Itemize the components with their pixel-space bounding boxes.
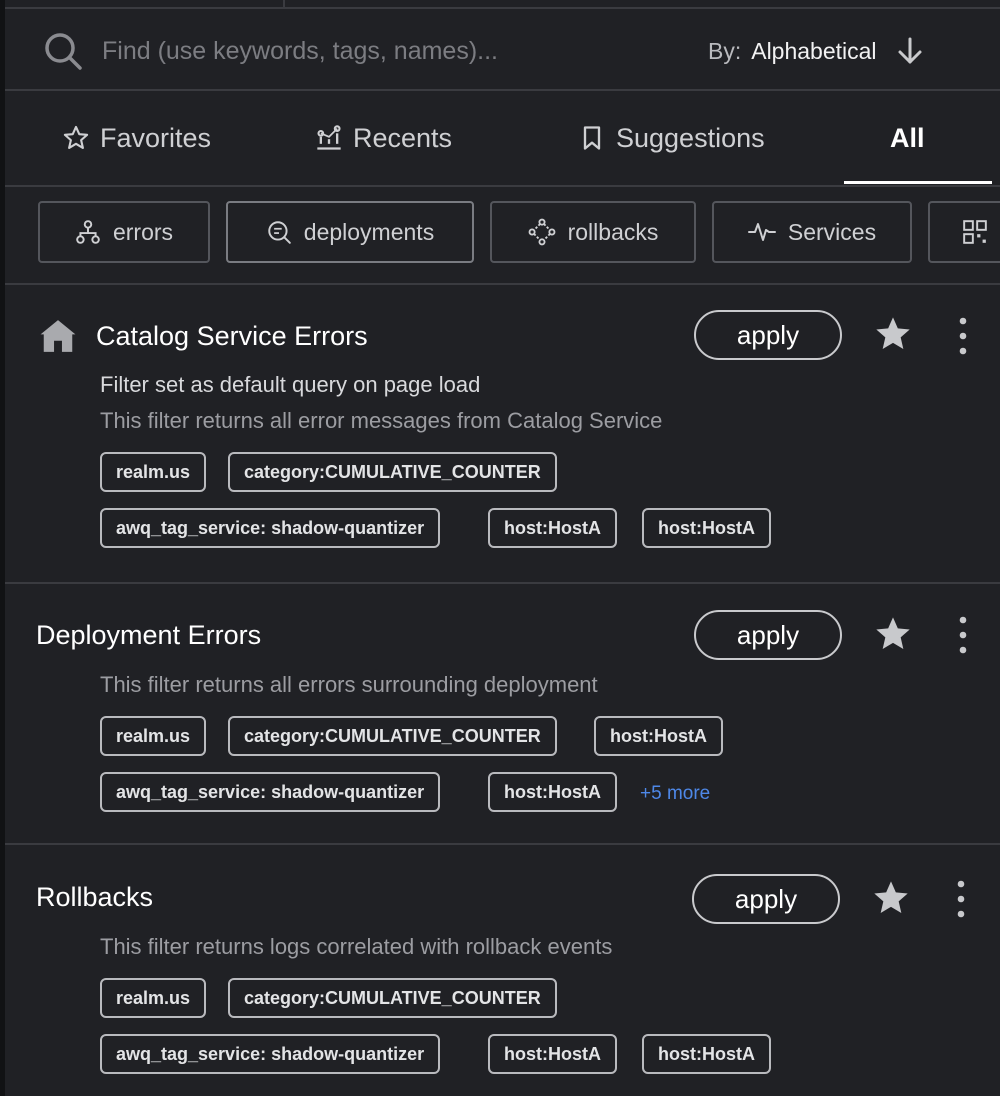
tag[interactable]: awq_tag_service: shadow-quantizer bbox=[100, 1034, 441, 1074]
tag[interactable]: host:HostA bbox=[642, 1034, 771, 1074]
tab-bar: Favorites Recents Suggestions All bbox=[5, 91, 1000, 187]
tag[interactable]: host:HostA bbox=[594, 716, 723, 756]
quick-filter-chips: errors deployments rollbacks Services bbox=[5, 187, 1000, 285]
top-strip-separator bbox=[283, 0, 285, 7]
filter-card: Rollbacks apply This filter returns logs… bbox=[5, 845, 1000, 1096]
chip-errors-label: errors bbox=[112, 218, 174, 245]
hierarchy-icon bbox=[76, 220, 100, 244]
recents-icon bbox=[317, 125, 341, 150]
tag[interactable]: realm.us bbox=[100, 716, 207, 756]
favorite-star-icon[interactable] bbox=[873, 614, 913, 654]
search-bar: By: Alphabetical bbox=[5, 9, 1000, 91]
tag[interactable]: host:HostA bbox=[488, 508, 617, 548]
bookmark-icon bbox=[583, 126, 601, 150]
tag[interactable]: awq_tag_service: shadow-quantizer bbox=[100, 508, 441, 548]
more-options-icon[interactable] bbox=[953, 316, 973, 356]
tag[interactable]: realm.us bbox=[100, 452, 207, 492]
tag[interactable]: realm.us bbox=[100, 978, 207, 1018]
filter-card: Deployment Errors apply This filter retu… bbox=[5, 584, 1000, 845]
apply-button[interactable]: apply bbox=[692, 874, 840, 924]
chip-deployments[interactable]: deployments bbox=[226, 201, 474, 263]
tab-favorites[interactable]: Favorites bbox=[62, 91, 211, 185]
top-strip bbox=[5, 0, 1000, 9]
more-options-icon[interactable] bbox=[953, 615, 973, 655]
sort-prefix: By: bbox=[708, 37, 742, 64]
tag[interactable]: category:CUMULATIVE_COUNTER bbox=[228, 716, 557, 756]
filter-card: Catalog Service Errors apply Filter set … bbox=[5, 285, 1000, 584]
tag[interactable]: host:HostA bbox=[642, 508, 771, 548]
nodes-icon bbox=[528, 218, 556, 246]
tab-all[interactable]: All bbox=[890, 91, 925, 185]
chip-services-label: Services bbox=[787, 218, 877, 245]
more-tags-link[interactable]: +5 more bbox=[640, 783, 710, 805]
search-icon bbox=[45, 33, 82, 70]
search-list-icon bbox=[268, 221, 291, 244]
search-input[interactable] bbox=[100, 29, 624, 73]
home-icon bbox=[40, 320, 76, 352]
chip-deployments-label: deployments bbox=[303, 218, 435, 245]
tag[interactable]: awq_tag_service: shadow-quantizer bbox=[100, 772, 441, 812]
chip-errors[interactable]: errors bbox=[38, 201, 210, 263]
sort-selector[interactable]: By: Alphabetical bbox=[708, 33, 923, 69]
filter-description: This filter returns all error messages f… bbox=[100, 408, 663, 433]
tab-suggestions[interactable]: Suggestions bbox=[578, 91, 765, 185]
arrow-down-icon[interactable] bbox=[897, 36, 923, 66]
sort-value: Alphabetical bbox=[751, 37, 877, 64]
filter-title[interactable]: Catalog Service Errors bbox=[96, 321, 368, 352]
tab-recents[interactable]: Recents bbox=[315, 91, 452, 185]
pulse-icon bbox=[747, 223, 776, 241]
filter-title[interactable]: Rollbacks bbox=[36, 882, 153, 913]
star-outline-icon bbox=[63, 125, 89, 149]
apply-button[interactable]: apply bbox=[694, 610, 842, 660]
tab-favorites-label: Favorites bbox=[100, 122, 212, 153]
favorite-star-icon[interactable] bbox=[873, 314, 913, 354]
tab-all-label: All bbox=[890, 122, 925, 153]
chip-more-categories[interactable] bbox=[928, 201, 1000, 263]
tab-recents-label: Recents bbox=[353, 122, 453, 153]
filter-description: This filter returns logs correlated with… bbox=[100, 934, 613, 959]
tag[interactable]: host:HostA bbox=[488, 1034, 617, 1074]
filter-description: This filter returns all errors surroundi… bbox=[100, 672, 598, 697]
filter-title[interactable]: Deployment Errors bbox=[36, 620, 261, 651]
chip-rollbacks[interactable]: rollbacks bbox=[490, 201, 696, 263]
chip-services[interactable]: Services bbox=[712, 201, 912, 263]
default-query-note: Filter set as default query on page load bbox=[100, 372, 481, 397]
tab-suggestions-label: Suggestions bbox=[616, 122, 765, 153]
apply-button[interactable]: apply bbox=[694, 310, 842, 360]
chip-rollbacks-label: rollbacks bbox=[567, 218, 659, 245]
active-tab-indicator bbox=[844, 181, 992, 184]
tag[interactable]: category:CUMULATIVE_COUNTER bbox=[228, 452, 557, 492]
more-options-icon[interactable] bbox=[951, 879, 971, 919]
grid-qr-icon bbox=[963, 220, 987, 244]
tag[interactable]: host:HostA bbox=[488, 772, 617, 812]
tag[interactable]: category:CUMULATIVE_COUNTER bbox=[228, 978, 557, 1018]
favorite-star-icon[interactable] bbox=[871, 878, 911, 918]
